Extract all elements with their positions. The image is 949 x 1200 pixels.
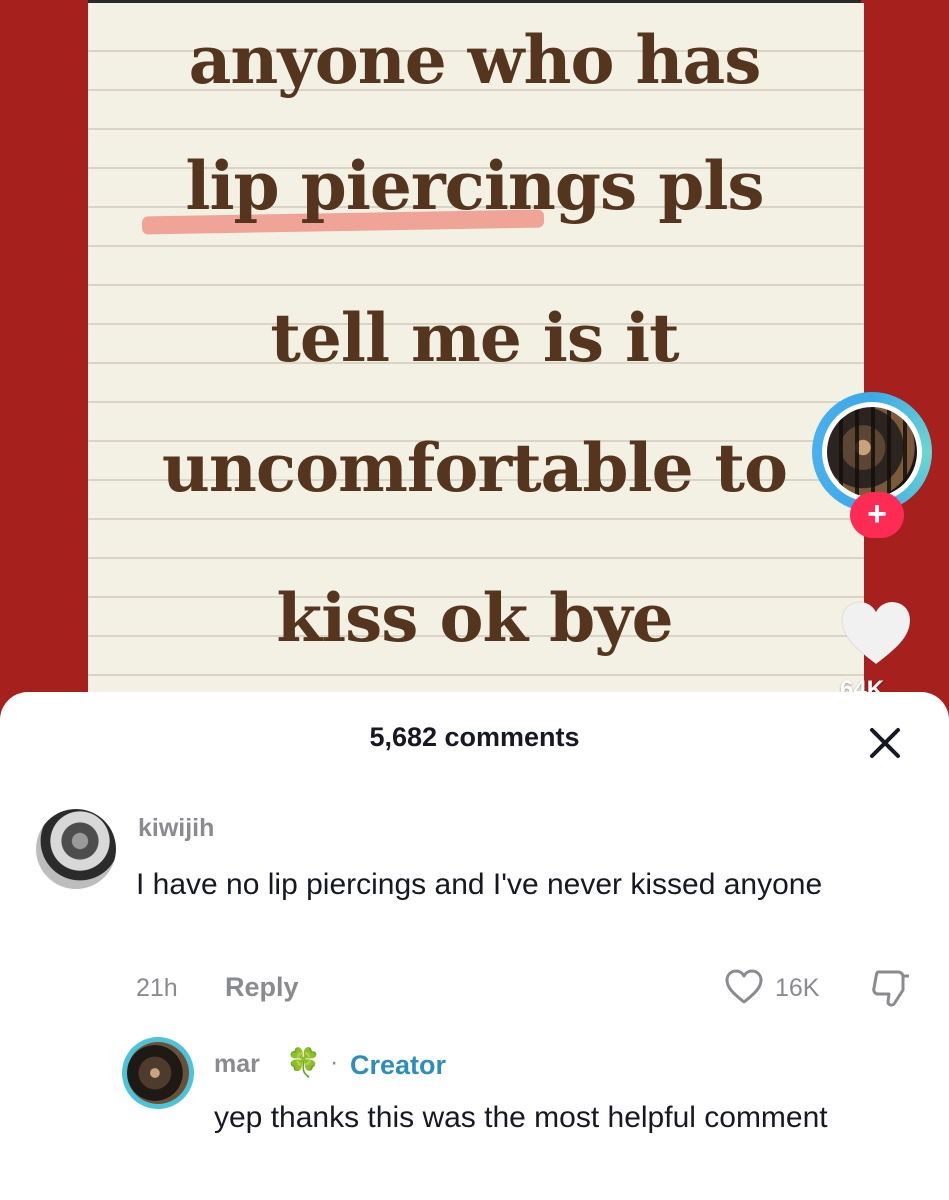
reply-button[interactable]: Reply — [225, 972, 299, 1003]
note-line-4: uncomfortable to — [161, 429, 788, 507]
clover-icon: 🍀 — [286, 1047, 321, 1078]
comments-count-title: 5,682 comments — [369, 722, 580, 752]
follow-button[interactable]: + — [850, 492, 904, 538]
separator-dot: · — [330, 1048, 339, 1076]
dislike-icon[interactable] — [870, 968, 912, 1008]
note-line-5: kiss ok bye — [276, 579, 673, 657]
comment-username[interactable]: kiwijih — [138, 814, 214, 843]
creator-avatar-image — [827, 407, 917, 497]
comment-timestamp: 21h — [136, 974, 178, 1002]
heart-icon[interactable] — [838, 598, 914, 668]
note-line-2: lip piercings pls — [185, 147, 764, 225]
note-line-3: tell me is it — [270, 299, 679, 377]
comments-sheet: 5,682 comments kiwijih I have no lip pie… — [0, 692, 949, 1200]
creator-badge: Creator — [350, 1050, 447, 1080]
reply-username[interactable]: mar — [214, 1050, 260, 1079]
note-line-1: anyone who has — [188, 21, 762, 99]
avatar[interactable] — [36, 809, 116, 889]
comment-like-count: 16K — [775, 974, 820, 1002]
close-icon[interactable] — [862, 720, 908, 766]
comment-text: I have no lip piercings and I've never k… — [136, 868, 823, 901]
like-heart-icon[interactable] — [724, 968, 764, 1006]
video-player[interactable]: anyone who has lip piercings pls tell me… — [0, 0, 949, 720]
reply-text: yep thanks this was the most helpful com… — [214, 1101, 828, 1134]
creator-reply-avatar[interactable] — [122, 1037, 194, 1109]
